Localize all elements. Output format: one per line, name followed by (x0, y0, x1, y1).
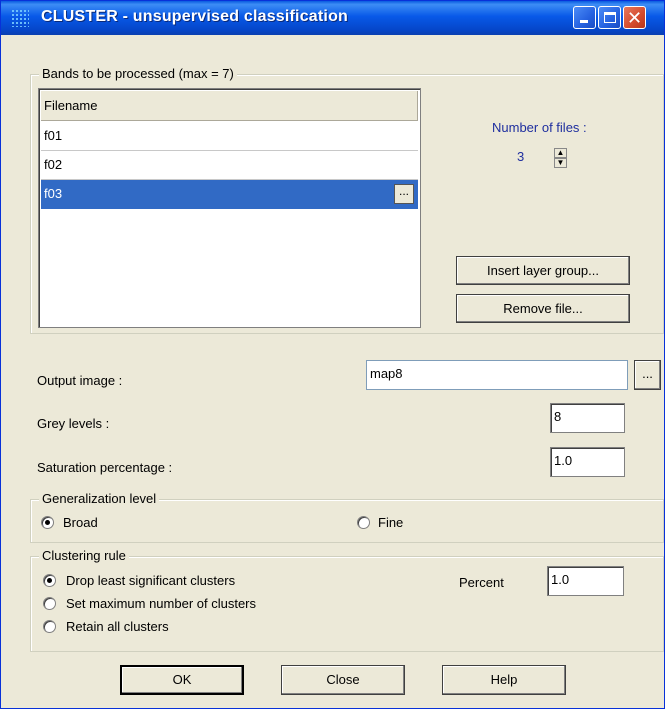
set-maximum-clusters-radio[interactable] (43, 597, 56, 610)
drop-least-significant-label: Drop least significant clusters (66, 573, 236, 588)
number-of-files-label: Number of files : (492, 120, 587, 135)
output-image-label: Output image : (37, 373, 123, 388)
broad-radio[interactable] (41, 516, 54, 529)
fine-radio[interactable] (357, 516, 370, 529)
grey-levels-input[interactable]: 8 (550, 403, 625, 433)
minimize-icon (580, 20, 588, 23)
ok-button[interactable]: OK (120, 665, 244, 695)
minimize-button[interactable] (573, 6, 596, 29)
close-button[interactable]: Close (281, 665, 405, 695)
spin-down-icon[interactable]: ▼ (554, 158, 567, 168)
close-icon: ✕ (626, 8, 643, 28)
help-button[interactable]: Help (442, 665, 566, 695)
table-row-f01[interactable]: f01 (41, 122, 418, 151)
drop-least-significant-radio[interactable] (43, 574, 56, 587)
filename-column-header[interactable]: Filename (41, 91, 418, 121)
retain-all-clusters-label: Retain all clusters (66, 619, 169, 634)
output-browse-button[interactable]: ... (634, 360, 661, 390)
insert-layer-group-button[interactable]: Insert layer group... (456, 256, 630, 285)
number-of-files-spinner[interactable]: ▲ ▼ (554, 148, 568, 170)
saturation-percentage-input[interactable]: 1.0 (550, 447, 625, 477)
spin-up-icon[interactable]: ▲ (554, 148, 567, 158)
maximize-button[interactable] (598, 6, 621, 29)
output-image-input[interactable]: map8 (366, 360, 628, 390)
table-row-f02[interactable]: f02 (41, 151, 418, 180)
row-filename: f02 (44, 157, 63, 172)
window-title: CLUSTER - unsupervised classification (41, 8, 349, 25)
remove-file-button[interactable]: Remove file... (456, 294, 630, 323)
broad-label: Broad (63, 515, 98, 530)
fine-label: Fine (378, 515, 404, 530)
close-window-button[interactable]: ✕ (623, 6, 646, 29)
cluster-dialog: CLUSTER - unsupervised classification ✕ … (0, 0, 665, 709)
generalization-group: Generalization level (30, 491, 664, 543)
table-row-f03[interactable]: f03 ... (41, 180, 418, 209)
row-filename: f01 (44, 128, 63, 143)
browse-file-button[interactable]: ... (394, 184, 414, 204)
generalization-group-label: Generalization level (39, 491, 160, 506)
bands-file-table[interactable]: Filename f01 f02 f03 ... (38, 88, 421, 328)
clustering-rule-group-label: Clustering rule (39, 548, 129, 563)
bands-group-label: Bands to be processed (max = 7) (39, 66, 237, 81)
percent-label: Percent (459, 575, 504, 590)
number-of-files-value: 3 (517, 149, 525, 164)
app-icon (11, 9, 29, 27)
grey-levels-label: Grey levels : (37, 416, 110, 431)
row-filename: f03 (44, 186, 63, 201)
saturation-percentage-label: Saturation percentage : (37, 460, 173, 475)
title-bar[interactable]: CLUSTER - unsupervised classification ✕ (1, 1, 664, 35)
set-maximum-clusters-label: Set maximum number of clusters (66, 596, 257, 611)
percent-input[interactable]: 1.0 (547, 566, 624, 596)
maximize-icon (604, 12, 616, 23)
retain-all-clusters-radio[interactable] (43, 620, 56, 633)
